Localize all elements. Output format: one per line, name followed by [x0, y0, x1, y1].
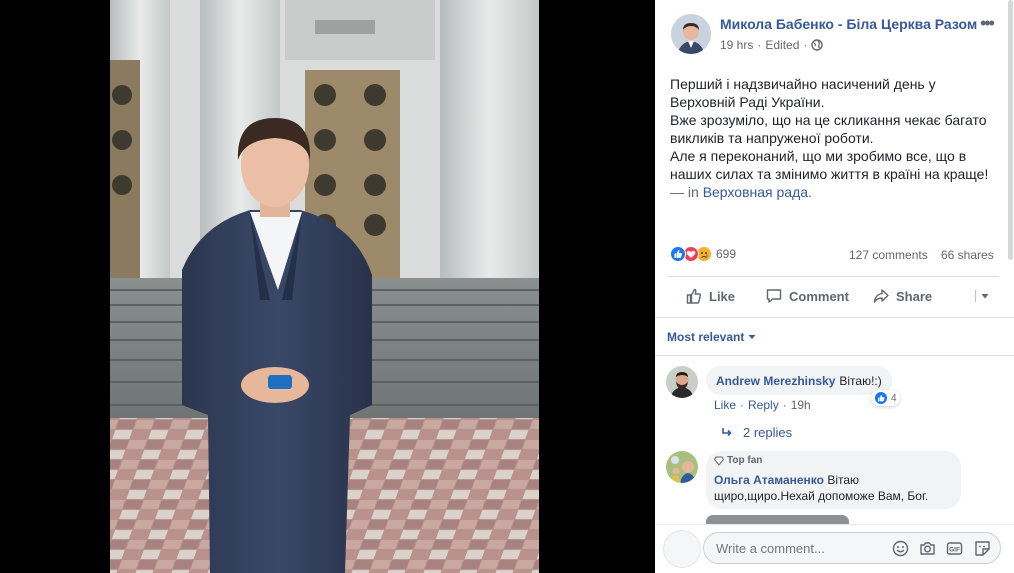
- edited-label[interactable]: Edited: [765, 38, 799, 52]
- comment-text: Вітаю!:): [839, 373, 882, 388]
- share-audience-dropdown[interactable]: [975, 290, 990, 302]
- badge-label: Top fan: [727, 455, 763, 466]
- thumbs-up-icon: [685, 287, 703, 305]
- post-text-line: викликів та напруженої роботи.: [670, 130, 874, 146]
- like-reaction-icon: [874, 391, 888, 405]
- location-line: — in Верховная рада.: [670, 183, 1010, 201]
- top-fan-badge: Top fan: [714, 455, 762, 466]
- author-avatar[interactable]: [671, 14, 711, 54]
- comment-input[interactable]: [716, 539, 886, 557]
- comment-icon: [765, 287, 783, 305]
- share-icon: [872, 287, 890, 305]
- action-bar-divider-top: [667, 276, 999, 277]
- comment-composer: GIF: [655, 524, 1014, 573]
- more-options-button[interactable]: •••: [980, 13, 995, 34]
- author-name[interactable]: Микола Бабенко - Біла Церква Разом: [720, 16, 977, 32]
- comment-bubble: Top fan Ольга Атаманенко Вітаю щиро,щиро…: [706, 451, 961, 509]
- post-photo[interactable]: [110, 0, 539, 573]
- timestamp[interactable]: 19 hrs: [720, 38, 753, 52]
- comment-text: Вітаю: [827, 473, 860, 487]
- sticker-icon[interactable]: [974, 540, 991, 557]
- post-text-line: Верховній Раді України.: [670, 94, 825, 110]
- comments-divider: [655, 355, 1014, 356]
- action-bar-divider-bottom: [655, 317, 1014, 318]
- post-text-line: Вже зрозуміло, що на це скликання чекає …: [670, 112, 987, 128]
- post-panel: Микола Бабенко - Біла Церква Разом ••• 1…: [655, 0, 1014, 573]
- comment-input-box[interactable]: GIF: [703, 532, 1001, 564]
- panel-scrollbar[interactable]: [1008, 0, 1013, 260]
- reactions-count[interactable]: 699: [716, 247, 736, 261]
- comment-reaction-badge[interactable]: 4: [871, 390, 900, 406]
- gif-icon[interactable]: GIF: [946, 540, 963, 557]
- comments-count[interactable]: 127 comments: [849, 248, 928, 262]
- comment-filter-dropdown[interactable]: Most relevant: [667, 330, 756, 344]
- like-label: Like: [709, 288, 736, 304]
- location-suffix: .: [808, 184, 812, 200]
- post-text: Перший і надзвичайно насичений день у Ве…: [670, 75, 1010, 201]
- emoji-icon[interactable]: [892, 540, 909, 557]
- comment-reaction-count: 4: [891, 392, 897, 404]
- share-label: Share: [896, 288, 933, 304]
- comment-author[interactable]: Andrew Merezhinsky: [716, 374, 835, 388]
- current-user-avatar: [663, 530, 701, 568]
- post-text-line: наших силах та змінимо життя в країні на…: [670, 166, 989, 182]
- comment-actions: Like · Reply · 19h: [714, 398, 811, 412]
- shares-count[interactable]: 66 shares: [941, 248, 994, 262]
- separator: ·: [740, 398, 745, 412]
- comment-bubble: Andrew Merezhinsky Вітаю!:): [706, 366, 892, 395]
- comment-time[interactable]: 19h: [791, 398, 811, 412]
- commenter-avatar[interactable]: [666, 451, 698, 483]
- commenter-avatar[interactable]: [666, 366, 698, 398]
- location-prefix: — in: [670, 184, 699, 200]
- audience-divider: [975, 290, 976, 302]
- comment-text: щиро,щиро.Нехай допоможе Вам, Бог.: [714, 489, 929, 503]
- view-replies-link[interactable]: 2 replies: [721, 425, 792, 440]
- comment-like-link[interactable]: Like: [714, 398, 736, 412]
- share-button[interactable]: Share: [872, 287, 932, 305]
- caret-down-icon: [980, 291, 990, 301]
- replies-label: 2 replies: [743, 425, 793, 440]
- meta-separator: ·: [803, 38, 808, 52]
- comment-button[interactable]: Comment: [765, 287, 849, 305]
- comment-author[interactable]: Ольга Атаманенко: [714, 473, 824, 487]
- comment-label: Comment: [789, 288, 849, 304]
- post-text-line: Але я переконаний, що ми зробимо все, що…: [670, 148, 967, 164]
- comment-filter-label: Most relevant: [667, 330, 745, 344]
- post-meta: 19 hrs · Edited ·: [720, 38, 824, 52]
- caret-down-icon: [748, 333, 756, 341]
- like-button[interactable]: Like: [685, 287, 735, 305]
- svg-text:GIF: GIF: [949, 547, 960, 554]
- camera-icon[interactable]: [919, 540, 936, 557]
- comment-text-block: Ольга Атаманенко Вітаю щиро,щиро.Нехай д…: [714, 472, 959, 504]
- like-reaction-icon: [670, 246, 686, 262]
- meta-separator: ·: [757, 38, 762, 52]
- separator: ·: [782, 398, 787, 412]
- location-link[interactable]: Верховная рада: [703, 184, 808, 200]
- reply-arrow-icon: [721, 427, 733, 439]
- photo-illustration: [110, 0, 539, 573]
- post-text-line: Перший і надзвичайно насичений день у: [670, 76, 936, 92]
- diamond-icon: [714, 456, 724, 466]
- more-horizontal-icon: •••: [980, 13, 995, 33]
- comment-reply-link[interactable]: Reply: [748, 398, 779, 412]
- reactions-summary[interactable]: 699: [670, 246, 736, 262]
- globe-icon[interactable]: [811, 39, 824, 51]
